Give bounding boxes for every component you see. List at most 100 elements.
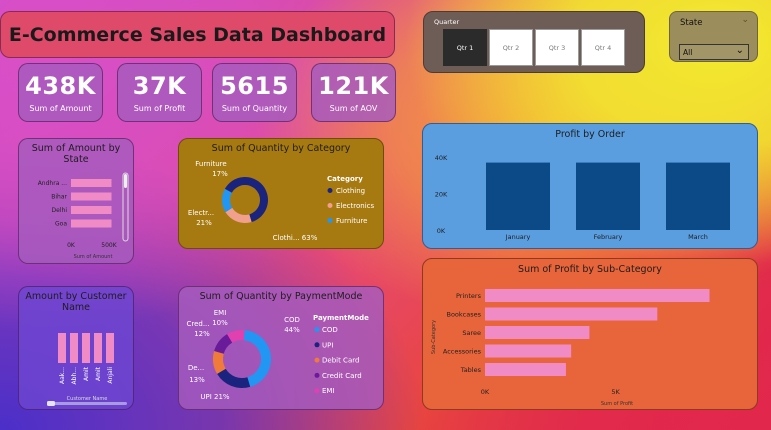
scrollbar-thumb [47,401,55,406]
customer-bar [94,333,102,363]
quantity-by-payment-card: Sum of Quantity by PaymentMode COD 44% UPI… [178,286,384,410]
profit-by-subcategory-chart: Printers Bookcases Saree Accessories Tables 0… [431,289,710,407]
state-dropdown[interactable]: All ⌄ [679,44,749,60]
customer-bar [82,333,90,363]
subcategory-tick-label: Printers [456,292,482,300]
payment-data-label: 10% [212,319,228,327]
payment-data-label: Cred... [186,320,209,328]
customer-x-tick: Abh... [71,367,78,385]
customer-x-tick: Anjali [107,367,114,384]
subcategory-bar [485,289,710,302]
subcategory-bar [485,326,590,339]
quarter-slicer-title: Quarter [434,18,460,26]
state-tick-label: Bihar [51,194,67,201]
payment-legend-marker [314,388,320,394]
clear-selection-icon[interactable]: ⌄ [741,15,749,25]
page-title: E-Commerce Sales Data Dashboard [8,23,387,46]
state-slicer-title: State [680,18,703,28]
payment-legend-marker [314,372,320,378]
payment-legend-item: COD [322,326,338,334]
subcategory-x-tick: 5K [611,388,620,396]
profit-by-order-chart: 0K 20K 40K January February March [435,154,730,241]
payment-legend-item: Debit Card [322,357,359,365]
subcategory-bar [485,307,658,321]
category-legend-marker [327,203,333,208]
state-tick-label: Goa [55,221,67,228]
state-slicer: State ⌄ All ⌄ [669,11,758,62]
kpi-label: Sum of Profit [133,104,186,113]
category-legend-item: Clothing [336,187,365,195]
state-x-tick: 0K [67,242,76,249]
category-legend-item: Furniture [336,217,367,225]
amount-by-customer-chart: Aak... Abh... Amit Amit Anjali Customer Name [47,333,127,406]
scrollbar-thumb [124,174,127,188]
category-legend-title: Category [327,175,363,183]
customer-x-tick: Aak... [59,367,66,384]
amount-by-state-chart: Andhra ... Bihar Delhi Goa 0K 500K Sum of Amou… [38,172,129,260]
category-data-label: Furniture [195,160,226,168]
subcategory-tick-label: Bookcases [446,311,481,319]
payment-data-label: UPI 21% [200,393,230,401]
subcategory-x-axis-label: Sum of Profit [601,401,633,407]
quarter-button-q2[interactable]: Qtr 2 [489,29,533,66]
kpi-card-aov[interactable]: 121K Sum of AOV [311,63,396,122]
amount-by-state-card: Sum of Amount by State Andhra ... Bihar De… [18,138,134,264]
order-y-tick: 0K [437,227,446,235]
payment-data-label: 13% [189,376,205,384]
kpi-value: 37K [132,72,187,100]
subcategory-tick-label: Accessories [443,348,482,356]
quarter-slicer: Quarter Qtr 1 Qtr 2 Qtr 3 Qtr 4 [423,11,645,73]
payment-legend-marker [314,357,320,363]
subcategory-tick-label: Saree [462,329,481,337]
state-bar [71,206,112,214]
customer-x-tick: Amit [83,366,90,381]
category-legend-item: Electronics [336,202,375,210]
payment-data-label: De... [188,364,204,372]
state-x-tick: 500K [101,242,117,249]
quantity-by-payment-chart: COD 44% UPI 21% De... 13% Cred... 12% EMI 10% Pay… [186,309,369,401]
customer-bar [106,333,114,363]
category-data-label: Electr... [188,209,214,217]
quarter-button-q3[interactable]: Qtr 3 [535,29,579,66]
order-y-tick: 20K [435,191,448,199]
order-x-tick: February [594,233,623,241]
customer-x-tick: Amit [95,366,102,381]
kpi-label: Sum of AOV [329,104,378,113]
subcategory-tick-label: Tables [460,366,482,374]
payment-data-label: 12% [194,330,210,338]
state-dropdown-value: All [683,48,693,57]
kpi-value: 121K [318,72,389,100]
quantity-by-category-chart: Furniture 17% Electr... 21% Clothi... 63% Cat… [188,160,375,242]
order-y-tick: 40K [435,154,448,162]
category-data-label: 17% [212,170,228,178]
state-bar [71,192,112,201]
kpi-card-amount[interactable]: 438K Sum of Amount [18,63,103,122]
state-bar [71,179,112,187]
payment-legend-marker [314,342,320,348]
chevron-down-icon: ⌄ [735,45,744,56]
category-legend-marker [327,218,333,223]
quarter-button-q1[interactable]: Qtr 1 [443,29,487,66]
payment-data-label: COD [284,316,300,324]
quantity-by-category-card: Sum of Quantity by Category Furniture 17%… [178,138,384,249]
order-bar [486,162,550,230]
amount-by-customer-card: Amount by Customer Name Aak... Abh... Amit… [18,286,134,410]
state-tick-label: Andhra ... [38,180,67,187]
customer-bar [70,333,78,363]
payment-legend-item: Credit Card [322,372,362,380]
profit-by-order-card: Profit by Order 0K 20K 40K January February M… [422,123,758,249]
kpi-card-quantity[interactable]: 5615 Sum of Quantity [212,63,297,122]
order-x-tick: January [505,233,531,241]
payment-legend-item: UPI [322,341,333,349]
scrollbar-track [47,402,127,405]
quarter-button-q4[interactable]: Qtr 4 [581,29,625,66]
subcategory-bar [485,363,566,376]
kpi-value: 438K [25,72,96,100]
payment-legend-title: PaymentMode [313,314,369,322]
category-data-label: Clothi... 63% [273,234,318,242]
subcategory-x-tick: 0K [481,388,490,396]
kpi-label: Sum of Quantity [221,104,288,113]
kpi-card-profit[interactable]: 37K Sum of Profit [117,63,202,122]
category-slice [225,207,252,223]
order-bar [666,162,730,230]
